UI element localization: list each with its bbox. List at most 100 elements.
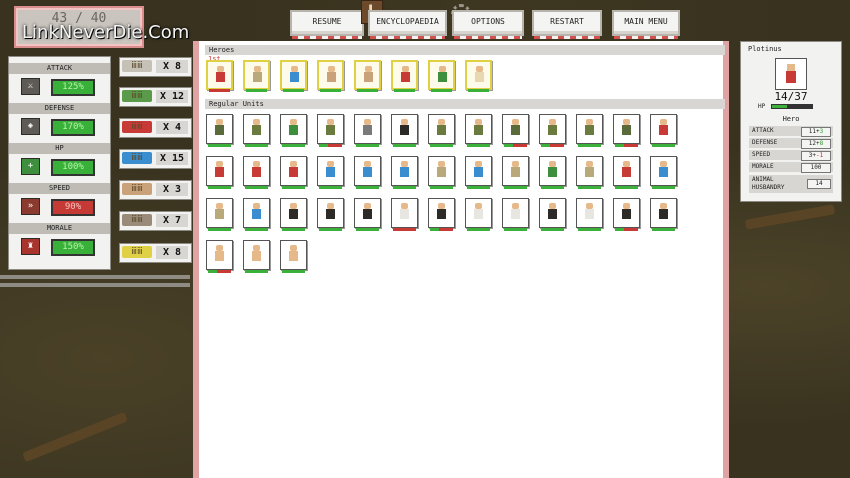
unit-health-bar <box>209 89 230 92</box>
unit-sprite <box>216 66 225 82</box>
hero-unit[interactable] <box>243 60 270 92</box>
unit-body <box>437 125 446 135</box>
regular-unit[interactable] <box>539 198 566 231</box>
unit-health-bar <box>356 144 379 147</box>
army-group[interactable]: ⅲⅲ X 15 <box>119 149 192 169</box>
boot-icon: » <box>21 198 40 215</box>
regular-unit[interactable] <box>576 156 603 189</box>
army-group[interactable]: ⅲⅲ X 8 <box>119 57 192 77</box>
regular-unit[interactable] <box>243 156 270 189</box>
unit-health-bar <box>615 228 638 231</box>
unit-sprite <box>475 66 484 82</box>
unit-health-bar <box>504 228 527 231</box>
regular-unit[interactable] <box>206 114 233 147</box>
unit-body <box>400 125 409 135</box>
regular-unit[interactable] <box>317 114 344 147</box>
regular-unit[interactable] <box>243 198 270 231</box>
regular-unit[interactable] <box>613 156 640 189</box>
unit-sprite <box>253 66 262 82</box>
restart-button[interactable]: RESTART <box>532 10 602 39</box>
regular-unit[interactable] <box>465 198 492 231</box>
regular-unit[interactable] <box>465 114 492 147</box>
unit-health-bar <box>357 89 378 92</box>
regular-unit[interactable] <box>428 198 455 231</box>
regular-unit[interactable] <box>317 198 344 231</box>
unit-health-bar <box>652 144 675 147</box>
hero-unit[interactable] <box>428 60 455 92</box>
regular-unit[interactable] <box>502 156 529 189</box>
regular-unit[interactable] <box>613 114 640 147</box>
options-button[interactable]: OPTIONS <box>452 10 524 39</box>
unit-health-bar <box>246 89 267 92</box>
unit-body <box>511 125 520 135</box>
unit-health-bar <box>208 228 231 231</box>
heroes-section-header: Heroes <box>205 45 725 55</box>
hero-unit[interactable] <box>391 60 418 92</box>
unit-health-bar <box>431 89 452 92</box>
unit-sprite <box>363 203 372 219</box>
regular-unit[interactable] <box>391 198 418 231</box>
regular-unit[interactable] <box>576 114 603 147</box>
hero-unit[interactable] <box>317 60 344 92</box>
hero-details-card: Plotinus 14/37 HP Hero ATTACK 11+3 DEFEN… <box>740 41 842 202</box>
hero-unit[interactable] <box>206 60 233 92</box>
hero-unit[interactable] <box>354 60 381 92</box>
regular-unit[interactable] <box>354 114 381 147</box>
regular-unit[interactable] <box>206 240 233 273</box>
regular-unit[interactable] <box>650 198 677 231</box>
unit-body <box>622 167 631 177</box>
regular-unit[interactable] <box>354 198 381 231</box>
unit-sprite <box>215 245 224 261</box>
unit-health-bar <box>245 270 268 273</box>
unit-body <box>585 167 594 177</box>
unit-sprite <box>437 203 446 219</box>
regular-unit[interactable] <box>428 114 455 147</box>
group-count: X 4 <box>156 121 188 134</box>
unit-sprite <box>400 119 409 135</box>
resume-button[interactable]: RESUME <box>290 10 364 39</box>
hero-unit[interactable] <box>280 60 307 92</box>
regular-unit[interactable] <box>539 156 566 189</box>
regular-unit[interactable] <box>280 114 307 147</box>
army-group[interactable]: ⅲⅲ X 12 <box>119 87 192 107</box>
regular-unit[interactable] <box>465 156 492 189</box>
encyclopaedia-button[interactable]: ENCYCLOPAEDIA <box>368 10 447 39</box>
army-group[interactable]: ⅲⅲ X 3 <box>119 180 192 200</box>
unit-health-bar <box>283 89 304 92</box>
regular-unit[interactable] <box>243 240 270 273</box>
regular-unit[interactable] <box>280 156 307 189</box>
regular-unit[interactable] <box>650 114 677 147</box>
hero-stat-label: ATTACK <box>752 127 774 134</box>
army-group[interactable]: ⅲⅲ X 7 <box>119 211 192 231</box>
group-units-icon: ⅲⅲ <box>122 121 152 133</box>
regular-unit[interactable] <box>280 240 307 273</box>
army-group[interactable]: ⅲⅲ X 8 <box>119 243 192 263</box>
regular-unit[interactable] <box>206 198 233 231</box>
regular-unit[interactable] <box>391 156 418 189</box>
hero-stat-value: 11+3 <box>801 127 831 137</box>
regular-unit[interactable] <box>243 114 270 147</box>
unit-sprite <box>326 161 335 177</box>
unit-sprite <box>400 161 409 177</box>
regular-unit[interactable] <box>502 114 529 147</box>
regular-unit[interactable] <box>576 198 603 231</box>
unit-body <box>289 167 298 177</box>
regular-unit[interactable] <box>650 156 677 189</box>
hero-unit[interactable] <box>465 60 492 92</box>
regular-unit[interactable] <box>354 156 381 189</box>
hero-stat-row: SPEED 3+-1 <box>749 150 833 161</box>
regular-unit[interactable] <box>280 198 307 231</box>
regular-unit[interactable] <box>317 156 344 189</box>
unit-body <box>215 209 224 219</box>
hero-stat-label: DEFENSE <box>752 139 778 146</box>
unit-health-bar <box>615 144 638 147</box>
unit-health-bar <box>208 144 231 147</box>
regular-unit[interactable] <box>613 198 640 231</box>
regular-unit[interactable] <box>391 114 418 147</box>
regular-unit[interactable] <box>539 114 566 147</box>
main-menu-button[interactable]: MAIN MENU <box>612 10 680 39</box>
army-group[interactable]: ⅲⅲ X 4 <box>119 118 192 138</box>
regular-unit[interactable] <box>502 198 529 231</box>
regular-unit[interactable] <box>428 156 455 189</box>
regular-unit[interactable] <box>206 156 233 189</box>
